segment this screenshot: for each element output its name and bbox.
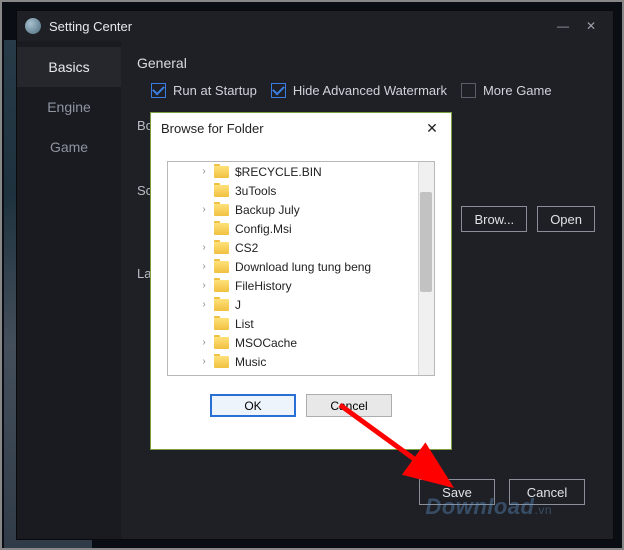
open-button[interactable]: Open: [537, 206, 595, 232]
chevron-right-icon: ›: [198, 261, 210, 272]
folder-icon: [214, 242, 229, 254]
checkbox-hide-watermark[interactable]: Hide Advanced Watermark: [271, 83, 447, 98]
dialog-title: Browse for Folder: [161, 121, 264, 136]
folder-node[interactable]: Config.Msi: [168, 219, 418, 238]
checkbox-label: Hide Advanced Watermark: [293, 83, 447, 98]
folder-label: 3uTools: [235, 184, 276, 198]
scrollbar-thumb[interactable]: [420, 192, 432, 292]
browse-button[interactable]: Brow...: [461, 206, 527, 232]
chevron-right-icon: ›: [198, 356, 210, 367]
window-title: Setting Center: [49, 19, 132, 34]
close-button[interactable]: ✕: [577, 16, 605, 36]
cancel-button[interactable]: Cancel: [509, 479, 585, 505]
folder-icon: [214, 204, 229, 216]
folder-label: FileHistory: [235, 279, 292, 293]
folder-node[interactable]: › MSOCache: [168, 333, 418, 352]
checkbox-run-startup[interactable]: Run at Startup: [151, 83, 257, 98]
sidebar: Basics Engine Game: [17, 41, 121, 539]
folder-icon: [214, 261, 229, 273]
checkbox-label: More Game: [483, 83, 552, 98]
folder-icon: [214, 337, 229, 349]
app-icon: [25, 18, 41, 34]
save-button[interactable]: Save: [419, 479, 495, 505]
folder-icon: [214, 166, 229, 178]
tab-basics[interactable]: Basics: [17, 47, 121, 87]
folder-icon: [214, 318, 229, 330]
check-icon: [271, 83, 286, 98]
chevron-right-icon: ›: [198, 166, 210, 177]
chevron-right-icon: ›: [198, 204, 210, 215]
folder-label: Config.Msi: [235, 222, 292, 236]
folder-icon: [214, 185, 229, 197]
ok-button[interactable]: OK: [210, 394, 296, 417]
checkbox-more-game[interactable]: More Game: [461, 83, 552, 98]
folder-label: MSOCache: [235, 336, 297, 350]
dialog-cancel-button[interactable]: Cancel: [306, 394, 392, 417]
folder-node[interactable]: › $RECYCLE.BIN: [168, 162, 418, 181]
chevron-right-icon: ›: [198, 280, 210, 291]
folder-node[interactable]: › Download lung tung beng: [168, 257, 418, 276]
folder-icon: [214, 299, 229, 311]
folder-label: $RECYCLE.BIN: [235, 165, 322, 179]
folder-label: J: [235, 298, 241, 312]
chevron-right-icon: ›: [198, 337, 210, 348]
folder-node[interactable]: ›J: [168, 295, 418, 314]
chevron-right-icon: ›: [198, 299, 210, 310]
check-icon: [461, 83, 476, 98]
check-icon: [151, 83, 166, 98]
checkbox-label: Run at Startup: [173, 83, 257, 98]
folder-node[interactable]: List: [168, 314, 418, 333]
section-general: General: [137, 55, 595, 71]
folder-node[interactable]: 3uTools: [168, 181, 418, 200]
folder-node[interactable]: › CS2: [168, 238, 418, 257]
folder-node[interactable]: › Backup July: [168, 200, 418, 219]
folder-icon: [214, 356, 229, 368]
folder-label: Music: [235, 355, 266, 369]
folder-icon: [214, 280, 229, 292]
folder-node[interactable]: › FileHistory: [168, 276, 418, 295]
titlebar: Setting Center — ✕: [17, 11, 613, 41]
folder-icon: [214, 223, 229, 235]
dialog-close-button[interactable]: ✕: [423, 119, 441, 137]
folder-label: Download lung tung beng: [235, 260, 371, 274]
folder-label: Backup July: [235, 203, 300, 217]
tab-engine[interactable]: Engine: [17, 87, 121, 127]
browse-folder-dialog: Browse for Folder ✕ › $RECYCLE.BIN 3uTools…: [150, 112, 452, 450]
folder-node[interactable]: › Music: [168, 352, 418, 371]
folder-tree: › $RECYCLE.BIN 3uTools › Backup July Config.M…: [167, 161, 435, 376]
minimize-button[interactable]: —: [549, 16, 577, 36]
folder-label: CS2: [235, 241, 258, 255]
dialog-titlebar: Browse for Folder ✕: [151, 113, 451, 143]
folder-label: List: [235, 317, 254, 331]
scrollbar[interactable]: [418, 162, 434, 375]
tab-game[interactable]: Game: [17, 127, 121, 167]
chevron-right-icon: ›: [198, 242, 210, 253]
